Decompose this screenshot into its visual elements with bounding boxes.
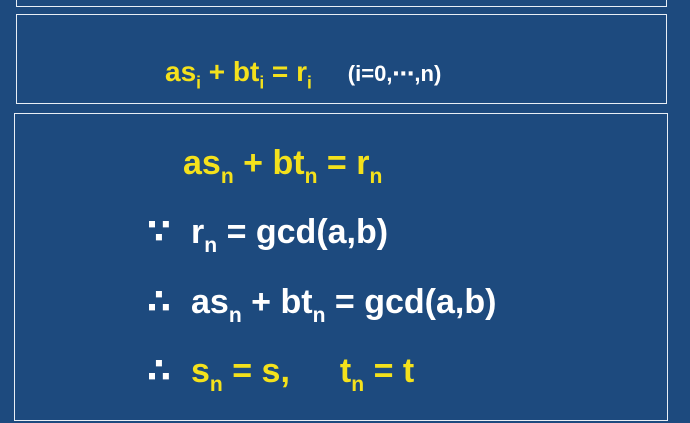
term-t: t [339,352,352,390]
term-as: as [191,283,229,321]
term-bt: + bt [241,283,313,321]
conclusion-statement: ∴ sn = s, tn = t [147,352,415,395]
term-as: as [183,144,221,182]
therefore-symbol: ∴ [147,283,171,321]
subscript-n: n [228,303,242,327]
term-r: = r [317,144,370,182]
because-symbol: ∵ [147,213,171,251]
subscript-n: n [312,303,326,327]
top-frame-box [16,0,667,7]
therefore-statement: ∴ asn + btn = gcd(a,b) [147,283,497,326]
term-as: as [165,56,197,87]
term-bt: + bt [200,56,260,87]
subscript-n: n [351,372,365,396]
gcd-expression: = gcd(a,b) [325,283,497,321]
term-s: s [191,352,210,390]
s-equals: = s, [222,352,290,390]
t-equation: tn = t [339,352,415,395]
since-statement: ∵ rn = gcd(a,b) [147,213,389,256]
gcd-expression: = gcd(a,b) [217,213,389,251]
subscript-n: n [304,164,318,188]
term-bt: + bt [233,144,305,182]
subscript-i: i [306,72,312,93]
subscript-n: n [209,372,223,396]
s-equation: sn = s, [191,352,290,395]
equation-n: asn + btn = rn [183,144,382,187]
index-range: (i=0,⋯,n) [347,61,442,86]
subscript-n: n [204,233,218,257]
indexed-equation: asi + bti = ri (i=0,⋯,n) [165,56,442,91]
term-r: r [191,213,205,251]
subscript-n: n [220,164,234,188]
therefore-symbol: ∴ [147,352,171,390]
subscript-n: n [369,164,383,188]
term-r: = r [264,56,307,87]
t-equals: = t [364,352,415,390]
